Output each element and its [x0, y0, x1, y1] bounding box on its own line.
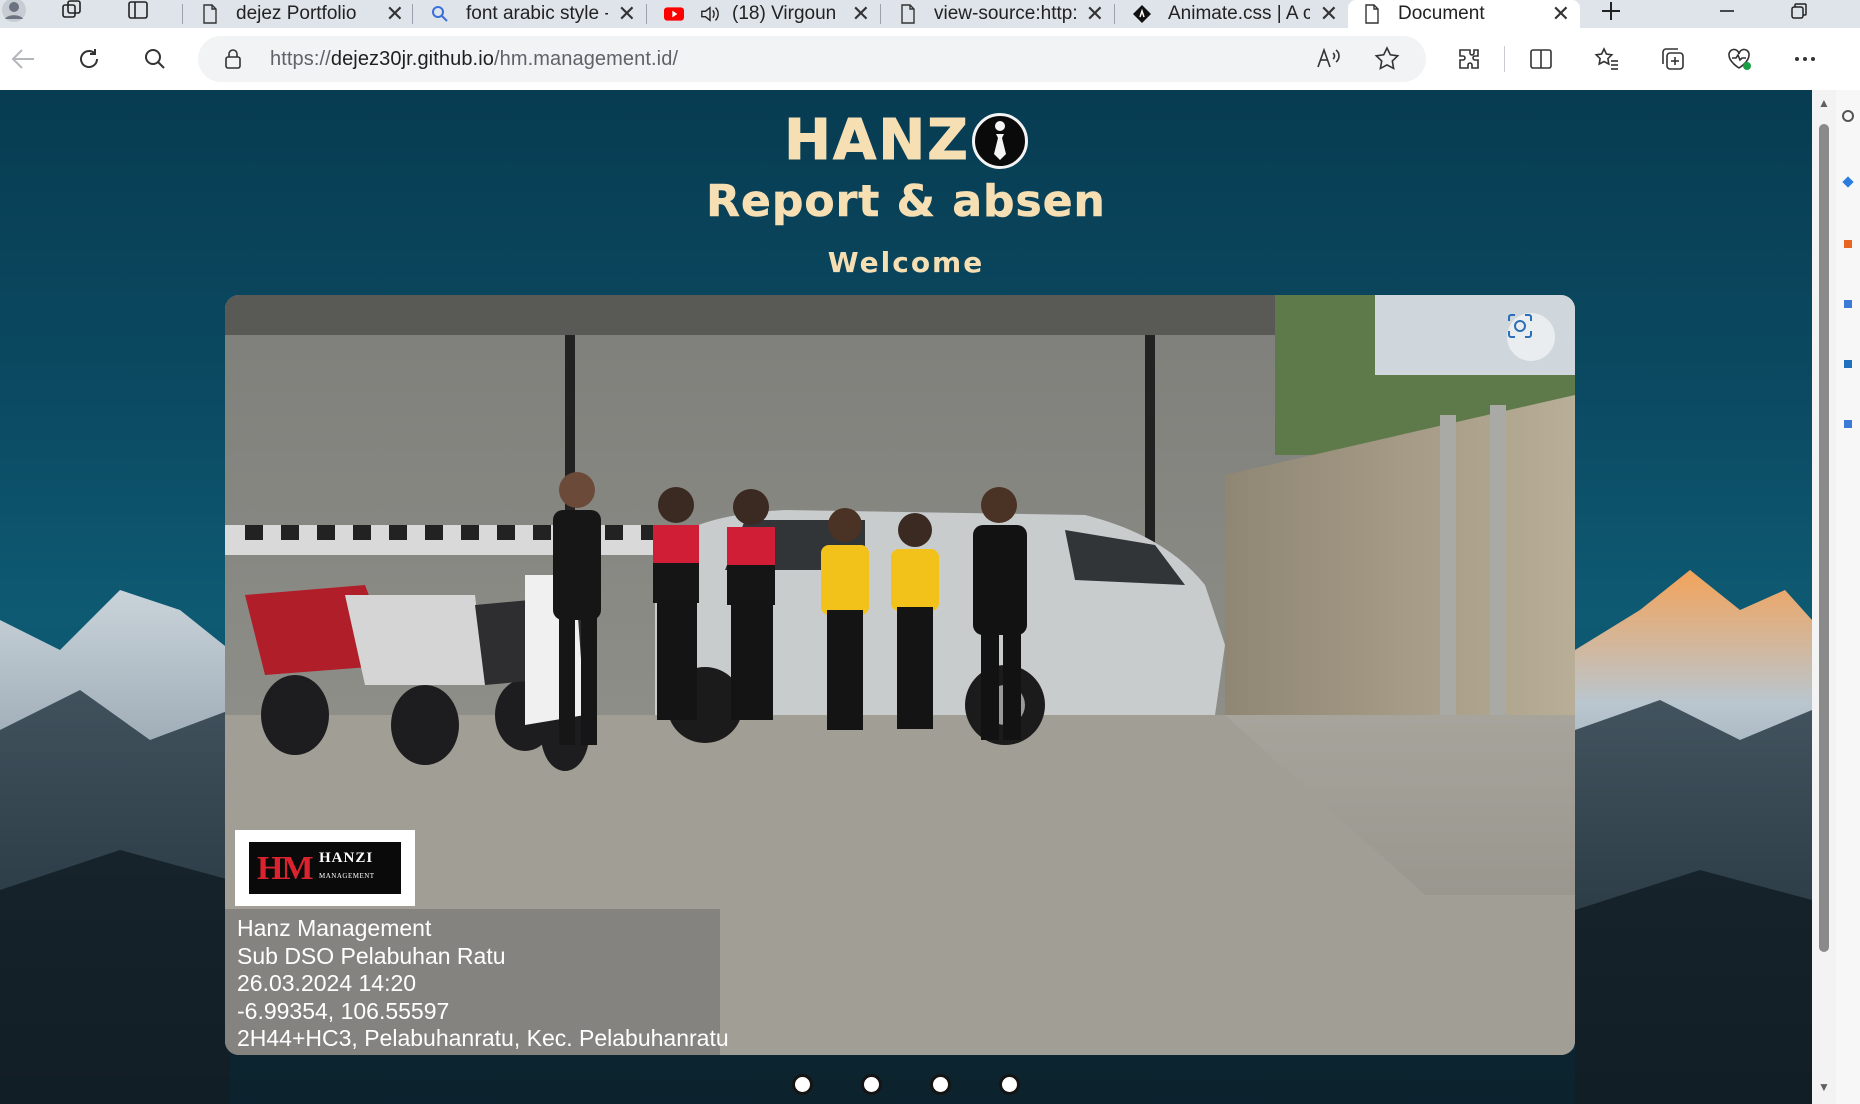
vertical-scrollbar[interactable]: ▲ ▼: [1812, 90, 1836, 1104]
scroll-thumb[interactable]: [1819, 124, 1829, 952]
edge-sidebar: [1836, 90, 1860, 1104]
more-options-icon[interactable]: [1788, 42, 1822, 76]
lock-icon[interactable]: [224, 48, 242, 75]
tab-document[interactable]: Document ✕: [1348, 0, 1580, 28]
url-scheme: https://: [270, 48, 331, 70]
page-subtitle: Report & absen: [706, 176, 1106, 228]
close-icon[interactable]: ✕: [386, 1, 404, 27]
read-aloud-icon[interactable]: [1316, 46, 1342, 75]
logo-tagline: MANAGEMENT: [319, 872, 375, 880]
vertical-tabs-icon[interactable]: [124, 0, 152, 24]
tab-title: font arabic style -: [466, 3, 608, 24]
tab-animate-css[interactable]: Animate.css | A c ✕: [1118, 0, 1348, 28]
sidebar-copilot-icon[interactable]: [1842, 176, 1854, 188]
favorites-icon[interactable]: [1590, 42, 1624, 76]
youtube-icon: [664, 4, 684, 24]
close-icon[interactable]: ✕: [1320, 1, 1338, 27]
visual-search-icon[interactable]: [1507, 313, 1555, 361]
carousel-indicators: [0, 1074, 1812, 1095]
carousel-dot-3[interactable]: [930, 1074, 951, 1095]
carousel-dot-4[interactable]: [999, 1074, 1020, 1095]
split-screen-icon[interactable]: [1524, 42, 1558, 76]
collections-icon[interactable]: [1656, 42, 1690, 76]
close-icon[interactable]: ✕: [1552, 1, 1570, 27]
page-icon: [1362, 4, 1382, 24]
close-icon[interactable]: ✕: [618, 1, 636, 27]
page-viewport: HANZ Report & absen Welcome HM HANZI MAN…: [0, 90, 1812, 1104]
stamp-datetime: 26.03.2024 14:20: [237, 970, 417, 996]
tie-icon: [971, 112, 1028, 169]
address-bar: https://dejez30jr.github.io/hm.managemen…: [0, 28, 1860, 90]
tab-title: Document: [1398, 3, 1485, 24]
tab-dejez-portfolio[interactable]: dejez Portfolio ✕: [186, 0, 414, 28]
sidebar-shopping-icon[interactable]: [1844, 240, 1852, 248]
tab-youtube[interactable]: (18) Virgoun ✕: [650, 0, 880, 28]
sidebar-tools-icon[interactable]: [1844, 300, 1852, 308]
scroll-up-arrow-icon[interactable]: ▲: [1818, 96, 1830, 110]
tab-strip: dejez Portfolio ✕ font arabic style - ✕ …: [0, 0, 1860, 28]
restore-button[interactable]: [1782, 0, 1816, 28]
page-icon: [898, 4, 918, 24]
tab-title: Animate.css | A c: [1168, 3, 1310, 24]
search-icon[interactable]: [138, 42, 172, 76]
scroll-down-arrow-icon[interactable]: ▼: [1818, 1080, 1830, 1094]
carousel-image[interactable]: HM HANZI MANAGEMENT Hanz Management Sub …: [225, 295, 1575, 1055]
refresh-button[interactable]: [72, 42, 106, 76]
logo-text: HANZ: [784, 108, 970, 174]
tab-view-source[interactable]: view-source:http: ✕: [884, 0, 1114, 28]
url-path: /hm.management.id/: [493, 48, 679, 70]
sidebar-search-icon[interactable]: [1842, 110, 1854, 122]
workspaces-icon[interactable]: [58, 0, 86, 24]
site-logo: HANZ: [0, 108, 1812, 174]
back-button[interactable]: [6, 42, 40, 76]
sidebar-drop-icon[interactable]: [1844, 420, 1852, 428]
stamp-branch: Sub DSO Pelabuhan Ratu: [237, 942, 506, 969]
tab-title: view-source:http:: [934, 3, 1076, 24]
carousel-dot-2[interactable]: [861, 1074, 882, 1095]
url-text: https://dejez30jr.github.io/hm.managemen…: [270, 48, 678, 71]
sidebar-outlook-icon[interactable]: [1844, 360, 1852, 368]
tab-font-arabic-style[interactable]: font arabic style - ✕: [416, 0, 646, 28]
url-field[interactable]: https://dejez30jr.github.io/hm.managemen…: [198, 36, 1426, 82]
url-host: dejez30jr.github.io: [330, 48, 494, 70]
carousel-dot-1[interactable]: [792, 1074, 813, 1095]
stamp-coordinates: -6.99354, 106.55597: [237, 997, 450, 1024]
favorite-star-icon[interactable]: [1374, 46, 1400, 77]
tab-title: dejez Portfolio: [236, 3, 357, 24]
photo-stamp: Hanz Management Sub DSO Pelabuhan Ratu 2…: [225, 909, 729, 1055]
extensions-icon[interactable]: [1452, 42, 1486, 76]
speaker-icon[interactable]: [700, 4, 720, 24]
new-tab-button[interactable]: [1594, 0, 1628, 28]
logo-wordmark: HANZI: [319, 850, 374, 866]
stamp-address: 2H44+HC3, Pelabuhanratu, Kec. Pelabuhanr…: [237, 1025, 729, 1051]
minimize-button[interactable]: [1710, 0, 1744, 28]
browser-essentials-icon[interactable]: [1722, 42, 1756, 76]
animate-icon: [1132, 4, 1152, 24]
page-icon: [200, 4, 220, 24]
toolbar-divider: [1504, 46, 1505, 72]
logo-mark: HM: [257, 850, 314, 887]
search-icon: [430, 4, 450, 24]
close-icon[interactable]: ✕: [852, 1, 870, 27]
tab-title: (18) Virgoun: [732, 3, 837, 24]
hm-management-logo: HM HANZI MANAGEMENT: [235, 830, 415, 906]
profile-icon[interactable]: [0, 0, 28, 24]
stamp-company: Hanz Management: [237, 915, 432, 941]
welcome-heading: Welcome: [827, 246, 985, 279]
close-icon[interactable]: ✕: [1086, 1, 1104, 27]
